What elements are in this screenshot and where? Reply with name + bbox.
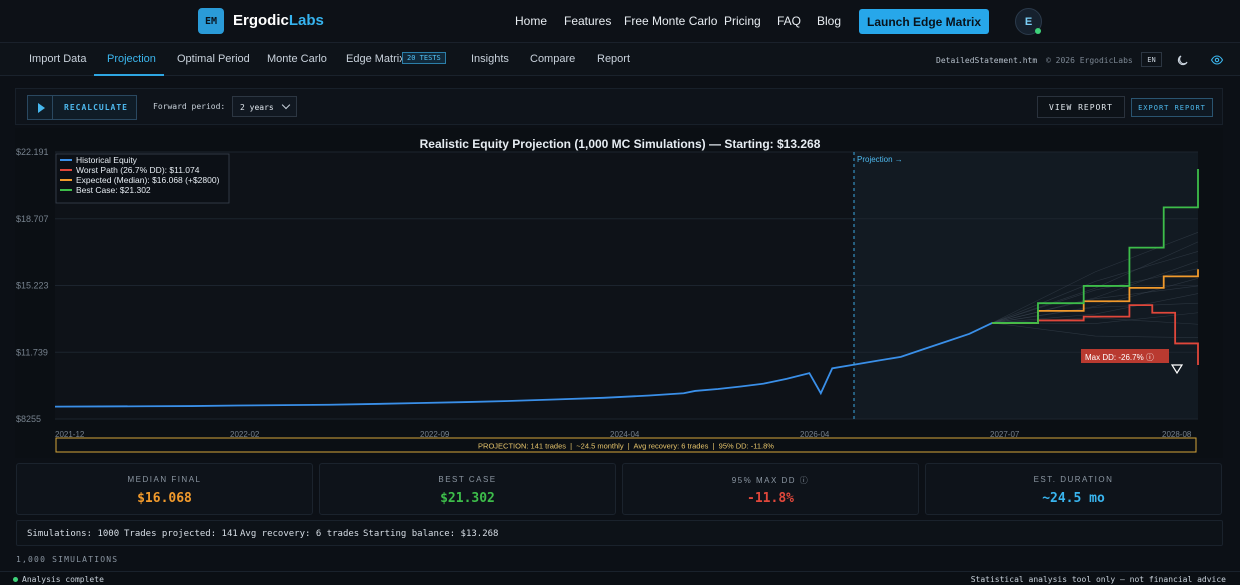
projection-toolbar: RECALCULATE Forward period: 2 years VIEW… xyxy=(15,88,1223,125)
forward-period-value: 2 years xyxy=(240,103,274,112)
stat-label: BEST CASE xyxy=(438,475,497,484)
disclaimer-text: Statistical analysis tool only — not fin… xyxy=(970,575,1226,584)
tab-projection[interactable]: Projection xyxy=(107,53,156,65)
moon-icon[interactable] xyxy=(1176,53,1190,67)
logo-icon[interactable]: EM xyxy=(198,8,224,34)
chart-svg: Realistic Equity Projection (1,000 MC Si… xyxy=(15,128,1223,458)
best-case-card: BEST CASE $21.302 xyxy=(319,463,616,515)
tab-report[interactable]: Report xyxy=(597,53,630,65)
tab-monte-carlo[interactable]: Monte Carlo xyxy=(267,53,327,65)
simulations-caption: 1,000 SIMULATIONS xyxy=(16,555,119,564)
status-footer: Analysis complete Statistical analysis t… xyxy=(0,571,1240,585)
stat-value: $16.068 xyxy=(137,491,192,506)
max-dd-label: Max DD: -26.7% ⓘ xyxy=(1085,353,1154,362)
stat-value: -11.8% xyxy=(747,491,794,506)
tab-bar: Import Data Projection Optimal Period Mo… xyxy=(0,43,1240,76)
equity-projection-chart: Realistic Equity Projection (1,000 MC Si… xyxy=(0,128,1240,458)
chevron-down-icon xyxy=(281,100,291,110)
user-avatar[interactable]: E xyxy=(1015,8,1042,35)
stat-value: $21.302 xyxy=(440,491,495,506)
legend-entry: Historical Equity xyxy=(76,155,138,165)
y-tick-label: $11.739 xyxy=(16,347,48,357)
copyright-label: © 2026 ErgodicLabs xyxy=(1046,56,1133,65)
legend-entry: Best Case: $21.302 xyxy=(76,185,151,195)
nav-features-link[interactable]: Features xyxy=(564,14,611,28)
projection-summary-text: PROJECTION: 141 trades | ~24.5 monthly |… xyxy=(478,442,774,451)
status-dot xyxy=(13,577,18,582)
active-tab-indicator xyxy=(94,74,164,76)
y-tick-label: $15.223 xyxy=(16,281,49,291)
brand-name-second: Labs xyxy=(288,12,324,29)
stat-label: MEDIAN FINAL xyxy=(127,475,202,484)
export-report-button[interactable]: EXPORT REPORT xyxy=(1131,98,1213,117)
eye-icon[interactable] xyxy=(1210,53,1224,67)
simulation-summary-bar: Simulations: 1000 Trades projected: 141 … xyxy=(16,520,1223,546)
summary-balance: Starting balance: $13.268 xyxy=(363,529,499,539)
avatar-letter: E xyxy=(1024,15,1033,28)
online-status-dot xyxy=(1035,28,1041,34)
nav-blog-link[interactable]: Blog xyxy=(817,14,841,28)
est-duration-card: EST. DURATION ~24.5 mo xyxy=(925,463,1222,515)
summary-recovery: Avg recovery: 6 trades xyxy=(240,529,360,539)
tab-insights[interactable]: Insights xyxy=(471,53,509,65)
chart-title: Realistic Equity Projection (1,000 MC Si… xyxy=(420,137,821,151)
nav-home-link[interactable]: Home xyxy=(515,14,547,28)
edge-matrix-tests-badge: 20 TESTS xyxy=(402,52,446,64)
stat-label: 95% MAX DD ⓘ xyxy=(731,476,810,485)
status-text: Analysis complete xyxy=(22,575,104,584)
top-navbar: EM ErgodicLabs Home Features Free Monte … xyxy=(0,0,1240,43)
tab-edge-matrix[interactable]: Edge Matrix xyxy=(346,53,405,65)
y-tick-label: $8255 xyxy=(16,414,41,424)
summary-trades: Trades projected: 141 xyxy=(124,529,238,539)
recalculate-button[interactable]: RECALCULATE xyxy=(27,95,137,120)
y-tick-label: $22.191 xyxy=(16,147,49,157)
view-report-button[interactable]: VIEW REPORT xyxy=(1037,96,1125,118)
button-divider xyxy=(52,96,53,119)
language-switch-button[interactable]: EN xyxy=(1141,52,1162,67)
nav-free-monte-carlo-link[interactable]: Free Monte Carlo xyxy=(624,14,717,28)
projection-label: Projection → xyxy=(857,155,903,164)
legend-entry: Expected (Median): $16.068 (+$2800) xyxy=(76,175,220,185)
tab-compare[interactable]: Compare xyxy=(530,53,575,65)
recalculate-label: RECALCULATE xyxy=(64,103,128,112)
stat-label: EST. DURATION xyxy=(1033,475,1114,484)
median-final-card: MEDIAN FINAL $16.068 xyxy=(16,463,313,515)
nav-pricing-link[interactable]: Pricing xyxy=(724,14,761,28)
forward-period-select[interactable]: 2 years xyxy=(232,96,297,117)
file-name-label: DetailedStatement.htm xyxy=(936,56,1038,65)
chart-legend: Historical EquityWorst Path (26.7% DD): … xyxy=(55,153,230,204)
brand-name[interactable]: ErgodicLabs xyxy=(233,12,324,29)
legend-entry: Worst Path (26.7% DD): $11.074 xyxy=(76,165,200,175)
y-tick-label: $18.707 xyxy=(16,214,49,224)
brand-name-first: Ergodic xyxy=(233,12,289,29)
nav-faq-link[interactable]: FAQ xyxy=(777,14,801,28)
tab-import-data[interactable]: Import Data xyxy=(29,53,86,65)
launch-edge-matrix-button[interactable]: Launch Edge Matrix xyxy=(859,9,989,34)
tab-optimal-period[interactable]: Optimal Period xyxy=(177,53,250,65)
forward-period-label: Forward period: xyxy=(153,102,226,111)
max-dd-card: 95% MAX DD ⓘ -11.8% xyxy=(622,463,919,515)
play-icon xyxy=(38,103,45,113)
stat-value: ~24.5 mo xyxy=(1042,491,1105,506)
summary-simulations: Simulations: 1000 xyxy=(27,529,120,539)
